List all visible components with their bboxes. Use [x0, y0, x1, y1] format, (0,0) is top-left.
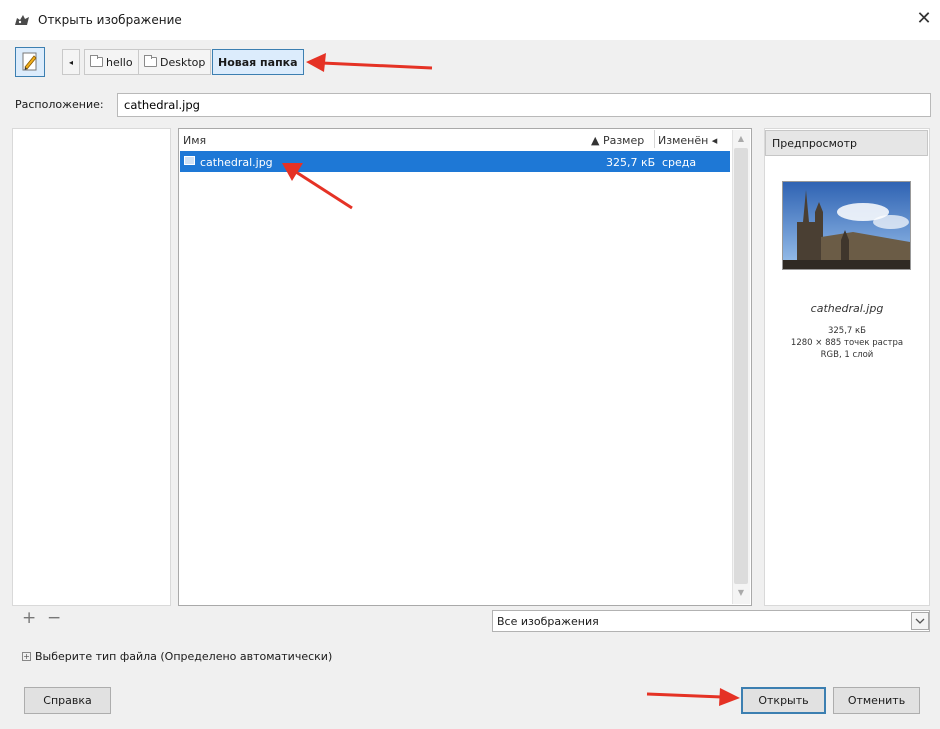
breadcrumb-label: Desktop [160, 55, 206, 69]
preview-dimensions: 1280 × 885 точек растра [790, 338, 904, 348]
close-button[interactable]: ✕ [914, 8, 934, 30]
scroll-up-icon[interactable]: ▲ [734, 134, 748, 144]
preview-filename: cathedral.jpg [810, 302, 884, 315]
location-label: Расположение: [15, 98, 104, 111]
file-list[interactable] [178, 128, 752, 606]
breadcrumb-new-folder[interactable]: Новая папка [212, 49, 304, 75]
preview-toggle-button[interactable]: Предпросмотр [765, 130, 928, 156]
folder-icon [90, 55, 103, 67]
folder-icon [144, 55, 157, 67]
column-header-size[interactable]: ▲ Размер [591, 134, 644, 147]
scroll-down-icon[interactable]: ▼ [734, 588, 748, 598]
dropdown-button[interactable] [911, 612, 929, 630]
open-button[interactable]: Открыть [741, 687, 826, 714]
preview-color-mode: RGB, 1 слой [820, 350, 874, 360]
remove-bookmark-button[interactable]: − [47, 608, 61, 628]
places-panel[interactable] [12, 128, 171, 606]
file-name: cathedral.jpg [200, 156, 273, 169]
cancel-button[interactable]: Отменить [833, 687, 920, 714]
chevron-down-icon [915, 618, 925, 624]
pencil-icon [22, 52, 37, 71]
preview-filesize: 325,7 кБ [827, 326, 866, 336]
file-size: 325,7 кБ [606, 156, 656, 169]
breadcrumb-desktop[interactable]: Desktop [138, 49, 212, 75]
preview-thumbnail [782, 181, 911, 270]
path-back-button[interactable]: ◂ [62, 49, 80, 75]
arrow-to-breadcrumb [306, 53, 433, 72]
breadcrumb-label: Новая папка [218, 55, 298, 69]
gimp-icon [14, 13, 30, 27]
edit-path-button[interactable] [15, 47, 45, 77]
add-bookmark-button[interactable]: + [22, 608, 36, 628]
breadcrumb-hello[interactable]: hello [84, 49, 139, 75]
image-icon [184, 156, 195, 165]
help-button[interactable]: Справка [24, 687, 111, 714]
location-input[interactable] [117, 93, 931, 117]
arrow-to-open-button [646, 688, 740, 706]
column-header-name[interactable]: Имя [183, 134, 206, 147]
column-header-modified[interactable]: Изменён ◂ [658, 134, 717, 147]
file-modified: среда [662, 156, 697, 169]
column-separator [654, 130, 655, 148]
breadcrumb-label: hello [106, 55, 133, 69]
window-title: Открыть изображение [38, 13, 182, 27]
scrollbar-thumb[interactable] [734, 148, 748, 584]
file-type-toggle[interactable]: Выберите тип файла (Определено автоматич… [35, 650, 332, 663]
file-filter-value: Все изображения [497, 615, 599, 628]
expand-icon[interactable]: + [22, 652, 31, 661]
